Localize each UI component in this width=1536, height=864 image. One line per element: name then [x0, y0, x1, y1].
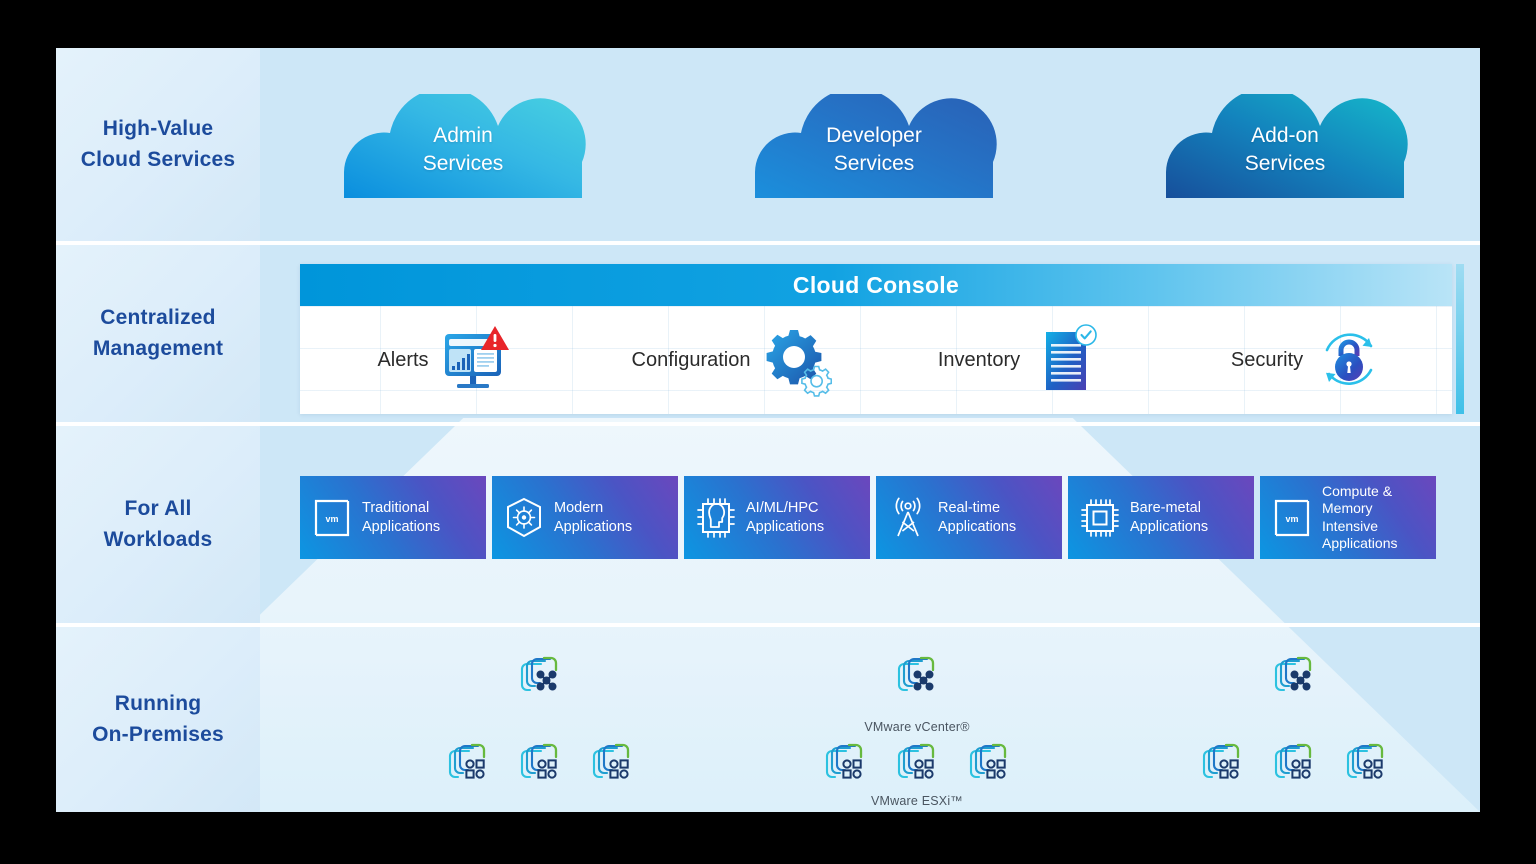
- vcenter-caption: VMware vCenter®: [864, 720, 970, 734]
- cloud-console-panel[interactable]: Cloud Console Alerts Configuration Inven…: [300, 264, 1452, 414]
- onprem-group-center: VMware vCenter® VMware ESXi™: [767, 655, 1067, 810]
- console-item-security[interactable]: Security: [1164, 306, 1452, 414]
- workload-tile-real-time-applications[interactable]: Real-time Applications: [876, 476, 1062, 559]
- workload-tile-label: Traditional Applications: [362, 499, 441, 535]
- cloud-label-developer-services: Developer Services: [826, 124, 922, 175]
- esxi-icon[interactable]: [967, 742, 1011, 788]
- workload-tile-label: Real-time Applications: [938, 499, 1017, 535]
- esxi-icon[interactable]: [1272, 742, 1316, 788]
- cloud-console-title: Cloud Console: [300, 264, 1452, 306]
- esxi-icon[interactable]: [823, 742, 867, 788]
- workload-tile-traditional-applications[interactable]: vm Traditional Applications: [300, 476, 486, 559]
- cpu-chip-icon: [1081, 498, 1119, 537]
- console-accent-bar: [1456, 264, 1464, 414]
- vm-box-icon: vm: [1274, 499, 1310, 536]
- console-item-alerts[interactable]: Alerts: [300, 306, 588, 414]
- console-item-label-configuration: Configuration: [631, 348, 751, 371]
- row-label-high-value-cloud-services: High-Value Cloud Services: [56, 48, 260, 241]
- vcenter-icon[interactable]: [518, 655, 562, 701]
- esxi-icon[interactable]: [518, 742, 562, 788]
- workload-tile-label: Compute & Memory Intensive Applications: [1322, 482, 1398, 551]
- row-high-value-cloud-services: High-ValueCloud Services AdminServices: [56, 48, 1480, 241]
- onprem-group-right: [1144, 655, 1444, 810]
- cloud-console-items: Alerts Configuration Inventory Security: [300, 306, 1452, 414]
- cloud-add-on-services[interactable]: Add-on Services: [1160, 94, 1410, 202]
- svg-text:vm: vm: [1285, 514, 1298, 524]
- document-check-icon: [1046, 324, 1097, 390]
- row-body-cloud-services: Admin Services Developer Services Add-on…: [260, 48, 1480, 241]
- cloud-label-admin-services: Admin Services: [422, 124, 504, 175]
- row-body-workloads: vm Traditional Applications Modern Appli…: [260, 426, 1480, 623]
- workload-tile-list: vm Traditional Applications Modern Appli…: [300, 476, 1436, 559]
- workload-tile-label: Bare-metal Applications: [1130, 499, 1209, 535]
- workload-tile-label: Modern Applications: [554, 499, 633, 535]
- row-body-console: Cloud Console Alerts Configuration Inven…: [260, 245, 1480, 422]
- console-item-configuration[interactable]: Configuration: [588, 306, 876, 414]
- lock-refresh-icon: [1325, 333, 1373, 385]
- esxi-caption: VMware ESXi™: [870, 794, 963, 808]
- console-item-label-alerts: Alerts: [377, 348, 429, 371]
- row-centralized-management: Centralized Management Cloud Console Aler…: [56, 245, 1480, 422]
- row-running-on-premises: Running On-Premises VMware vCenter® VMwa…: [56, 627, 1480, 812]
- esxi-row: [390, 742, 690, 788]
- vcenter-icon[interactable]: [1272, 655, 1316, 701]
- diagram-canvas: High-ValueCloud Services AdminServices: [0, 0, 1536, 864]
- vcenter-row: [390, 655, 690, 717]
- workload-tile-ai-ml-hpc-applications[interactable]: AI/ML/HPC Applications: [684, 476, 870, 559]
- ai-chip-icon: [697, 497, 735, 538]
- kubernetes-icon: [507, 497, 541, 537]
- esxi-row: [1144, 742, 1444, 788]
- console-item-label-security: Security: [1230, 348, 1304, 371]
- row-body-onprem: VMware vCenter® VMware ESXi™: [260, 627, 1480, 812]
- cloud-developer-services[interactable]: Developer Services: [749, 94, 999, 202]
- vmware-cloud-architecture-diagram: High-ValueCloud Services AdminServices: [56, 48, 1480, 812]
- esxi-icon[interactable]: [895, 742, 939, 788]
- row-label-for-all-workloads: For All Workloads: [56, 426, 260, 623]
- onprem-group-left: [390, 655, 690, 810]
- vcenter-icon[interactable]: [895, 655, 939, 701]
- esxi-icon[interactable]: [446, 742, 490, 788]
- workload-tile-label: AI/ML/HPC Applications: [746, 499, 825, 535]
- esxi-icon[interactable]: [1200, 742, 1244, 788]
- console-item-inventory[interactable]: Inventory: [876, 306, 1164, 414]
- workload-tile-compute-memory-intensive-applications[interactable]: vm Compute & Memory Intensive Applications: [1260, 476, 1436, 559]
- workload-tile-modern-applications[interactable]: Modern Applications: [492, 476, 678, 559]
- console-item-label-inventory: Inventory: [937, 348, 1021, 371]
- cloud-label-add-on-services: Add-on Services: [1244, 124, 1326, 175]
- monitor-alert-icon: [444, 326, 509, 388]
- row-for-all-workloads: For All Workloads vm Traditional Applicati…: [56, 426, 1480, 623]
- svg-text:vm: vm: [325, 514, 338, 524]
- esxi-icon[interactable]: [590, 742, 634, 788]
- vcenter-row: [1144, 655, 1444, 717]
- vcenter-row: [767, 655, 1067, 717]
- esxi-row: [767, 742, 1067, 788]
- row-label-centralized-management: Centralized Management: [56, 245, 260, 422]
- cloud-admin-services[interactable]: Admin Services: [338, 94, 588, 202]
- antenna-tower-icon: [895, 497, 921, 536]
- row-label-running-on-premises: Running On-Premises: [56, 627, 260, 812]
- vm-box-icon: vm: [314, 499, 350, 536]
- workload-tile-bare-metal-applications[interactable]: Bare-metal Applications: [1068, 476, 1254, 559]
- gears-icon: [767, 330, 833, 397]
- esxi-icon[interactable]: [1344, 742, 1388, 788]
